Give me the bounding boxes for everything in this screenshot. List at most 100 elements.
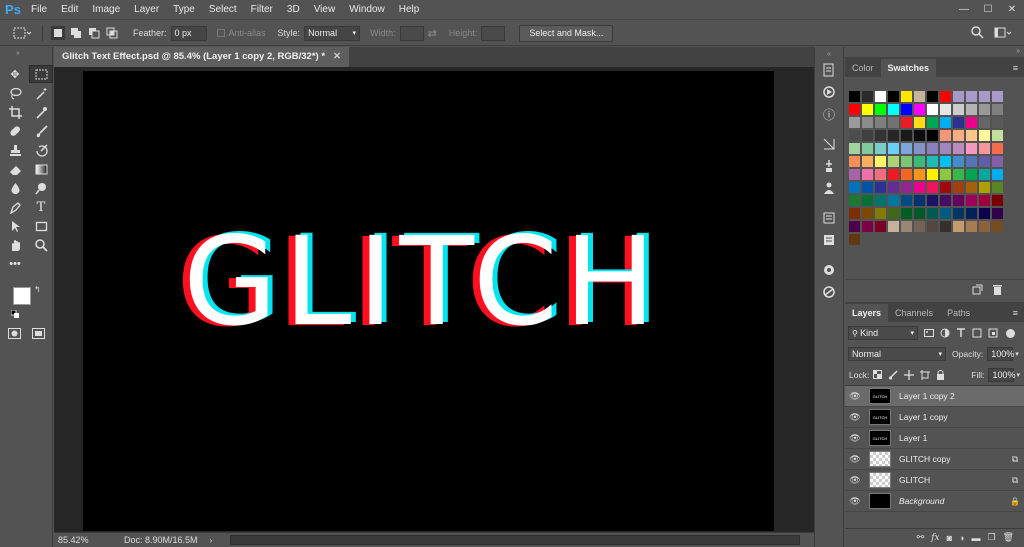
tab-color[interactable]: Color [845,59,881,77]
layer-style-icon[interactable]: fx [931,533,939,543]
swatch[interactable] [927,143,938,154]
strip-collapse-icon[interactable]: « [815,51,843,59]
smart-object-filter-icon[interactable] [988,328,998,338]
swatch[interactable] [901,169,912,180]
swatch[interactable] [901,208,912,219]
type-filter-icon[interactable] [956,328,966,338]
lock-artboard-icon[interactable] [920,369,931,380]
healing-brush-icon[interactable] [3,122,27,140]
swatch[interactable] [888,208,899,219]
swatch[interactable] [849,143,860,154]
swatch[interactable] [979,208,990,219]
foreground-color-swatch[interactable] [13,287,31,305]
swatch[interactable] [901,182,912,193]
swatch[interactable] [979,104,990,115]
swatch[interactable] [901,195,912,206]
swap-icon[interactable]: ⇄ [428,27,437,40]
swatch[interactable] [979,221,990,232]
swatch[interactable] [992,130,1003,141]
swatch[interactable] [888,104,899,115]
swatch[interactable] [875,130,886,141]
paragraph-panel-icon[interactable] [815,229,843,251]
swatch[interactable] [953,182,964,193]
swatch[interactable] [979,156,990,167]
layers-menu-icon[interactable]: ≡ [1013,304,1024,322]
zoom-level[interactable]: 85.42% [54,535,98,545]
layer-row[interactable]: 👁 GLITCH ⧉ [845,470,1024,491]
zoom-tool-icon[interactable] [29,236,53,254]
swatch[interactable] [888,156,899,167]
swatch[interactable] [849,221,860,232]
swatch[interactable] [992,143,1003,154]
tab-channels[interactable]: Channels [888,304,940,322]
document-canvas[interactable]: GLITCH GLITCH GLITCH GLITCH [83,71,774,531]
workspace-icon[interactable] [994,27,1012,42]
status-menu-icon[interactable]: › [210,536,213,545]
swatch[interactable] [992,117,1003,128]
swatch[interactable] [901,221,912,232]
marquee-preset-icon[interactable] [10,26,34,40]
swatch[interactable] [992,104,1003,115]
swatch[interactable] [875,208,886,219]
layer-row[interactable]: 👁 Background 🔒 [845,491,1024,512]
swatch[interactable] [940,195,951,206]
swatch[interactable] [849,117,860,128]
eyedropper-icon[interactable] [29,103,53,121]
pen-tool-icon[interactable] [3,198,27,216]
swatch[interactable] [862,156,873,167]
brush-settings-icon[interactable] [815,155,843,177]
swatch[interactable] [901,143,912,154]
swatch[interactable] [914,117,925,128]
swatch[interactable] [862,182,873,193]
swatch[interactable] [888,117,899,128]
swatch[interactable] [849,182,860,193]
eye-icon[interactable]: 👁 [845,496,865,507]
layer-name[interactable]: Layer 1 copy 2 [899,391,1006,401]
path-selection-icon[interactable] [3,217,27,235]
opacity-slider-icon[interactable]: ▾ [1015,350,1019,358]
style-select[interactable]: Normal ▾ [304,25,361,41]
swatch[interactable] [992,195,1003,206]
menu-3d[interactable]: 3D [280,0,307,20]
dodge-tool-icon[interactable] [29,179,53,197]
width-input[interactable] [399,25,424,41]
swatch[interactable] [914,130,925,141]
add-selection-icon[interactable] [69,26,83,40]
tab-swatches[interactable]: Swatches [880,59,937,77]
minimize-button[interactable]: — [952,0,976,20]
fill-input[interactable]: 100% [988,367,1016,382]
swatch[interactable] [849,130,860,141]
new-layer-icon[interactable]: ❐ [987,532,995,543]
lock-transparent-icon[interactable] [873,370,883,379]
lasso-tool-icon[interactable] [3,84,27,102]
swatch[interactable] [940,169,951,180]
adjustment-layer-icon[interactable]: ◑ [959,533,964,543]
actions-panel-icon[interactable] [815,81,843,103]
shape-filter-icon[interactable] [972,328,982,338]
swatch[interactable] [888,143,899,154]
adjustment-filter-icon[interactable] [940,328,950,338]
swatch[interactable] [875,104,886,115]
opacity-input[interactable]: 100% [987,347,1014,361]
swatch[interactable] [953,104,964,115]
swatch[interactable] [979,195,990,206]
swatch[interactable] [953,117,964,128]
panel-menu-icon[interactable]: ≡ [1013,59,1024,77]
swatch[interactable] [875,117,886,128]
swatch[interactable] [875,195,886,206]
swatch[interactable] [992,156,1003,167]
swatch[interactable] [849,156,860,167]
swatch[interactable] [992,221,1003,232]
rectangle-tool-icon[interactable] [29,217,53,235]
swatch[interactable] [849,208,860,219]
hand-tool-icon[interactable] [3,236,27,254]
canvas-area[interactable]: GLITCH GLITCH GLITCH GLITCH [54,67,814,532]
pixel-filter-icon[interactable] [924,328,934,338]
swatch[interactable] [862,117,873,128]
swatch[interactable] [927,169,938,180]
lock-pixels-icon[interactable] [888,369,898,380]
feather-input[interactable]: 0 px [170,25,207,41]
swatch[interactable] [966,117,977,128]
swatch[interactable] [992,91,1003,102]
swatch[interactable] [875,169,886,180]
